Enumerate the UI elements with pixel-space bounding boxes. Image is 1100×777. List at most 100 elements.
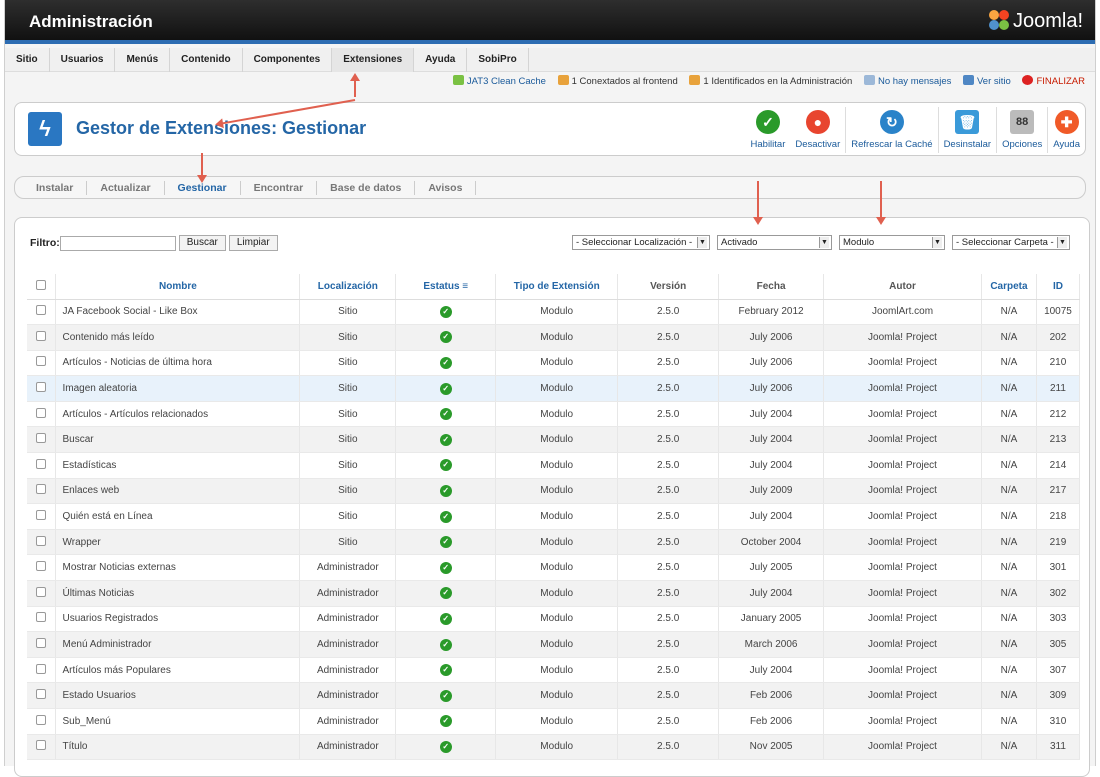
tab-encontrar[interactable]: Encontrar bbox=[241, 181, 318, 195]
row-checkbox[interactable] bbox=[36, 407, 47, 418]
row-checkbox[interactable] bbox=[36, 458, 47, 469]
check-icon[interactable]: ✓ bbox=[439, 561, 452, 574]
location-select[interactable]: - Seleccionar Localización - ▼ bbox=[572, 235, 710, 250]
tab-base-de-datos[interactable]: Base de datos bbox=[317, 181, 416, 195]
row-checkbox[interactable] bbox=[36, 740, 47, 751]
enable-button[interactable]: ✓ Habilitar bbox=[746, 107, 791, 153]
tab-gestionar[interactable]: Gestionar bbox=[165, 181, 241, 195]
extension-type: Modulo bbox=[495, 350, 619, 377]
refresh-cache-button[interactable]: ↻ Refrescar la Caché bbox=[845, 107, 937, 153]
extension-name[interactable]: Título bbox=[55, 734, 301, 761]
extension-name[interactable]: Enlaces web bbox=[55, 478, 301, 505]
row-checkbox[interactable] bbox=[36, 330, 47, 341]
menu-componentes[interactable]: Componentes bbox=[243, 48, 333, 72]
menu-menus[interactable]: Menús bbox=[115, 48, 171, 72]
tab-actualizar[interactable]: Actualizar bbox=[87, 181, 165, 195]
uninstall-button[interactable]: 🗑 Desinstalar bbox=[937, 107, 997, 153]
col-type[interactable]: Tipo de Extensión bbox=[495, 274, 619, 300]
logout-link[interactable]: FINALIZAR bbox=[1022, 75, 1085, 87]
row-checkbox[interactable] bbox=[36, 689, 47, 700]
check-icon[interactable]: ✓ bbox=[439, 612, 452, 625]
check-icon: ✓ bbox=[755, 110, 780, 134]
extension-name[interactable]: Wrapper bbox=[55, 529, 301, 556]
check-icon[interactable]: ✓ bbox=[439, 510, 452, 523]
check-icon[interactable]: ✓ bbox=[439, 740, 452, 753]
row-checkbox[interactable] bbox=[36, 714, 47, 725]
col-location[interactable]: Localización bbox=[299, 274, 397, 300]
extension-name[interactable]: Imagen aleatoria bbox=[55, 375, 301, 402]
extension-name[interactable]: Estado Usuarios bbox=[55, 682, 301, 709]
type-select[interactable]: Modulo ▼ bbox=[839, 235, 945, 250]
extension-name[interactable]: Artículos - Noticias de última hora bbox=[55, 350, 301, 377]
check-icon[interactable]: ✓ bbox=[439, 356, 452, 369]
check-icon[interactable]: ✓ bbox=[439, 305, 452, 318]
check-icon[interactable]: ✓ bbox=[439, 331, 452, 344]
menu-sobipro[interactable]: SobiPro bbox=[467, 48, 529, 72]
check-icon[interactable]: ✓ bbox=[439, 433, 452, 446]
row-checkbox[interactable] bbox=[36, 382, 47, 393]
view-site-link[interactable]: Ver sitio bbox=[963, 75, 1011, 87]
row-checkbox[interactable] bbox=[36, 484, 47, 495]
row-checkbox[interactable] bbox=[36, 510, 47, 521]
clear-button[interactable]: Limpiar bbox=[228, 235, 278, 251]
filter-input[interactable] bbox=[59, 235, 176, 251]
check-icon[interactable]: ✓ bbox=[439, 484, 452, 497]
check-icon[interactable]: ✓ bbox=[439, 459, 452, 472]
check-icon[interactable]: ✓ bbox=[439, 536, 452, 549]
check-icon[interactable]: ✓ bbox=[439, 382, 452, 395]
extension-name[interactable]: Artículos más Populares bbox=[55, 657, 301, 684]
extension-name[interactable]: Menú Administrador bbox=[55, 631, 301, 658]
state-select[interactable]: Activado ▼ bbox=[717, 235, 832, 250]
check-icon[interactable]: ✓ bbox=[439, 715, 452, 728]
extension-type: Modulo bbox=[495, 401, 619, 428]
table-row: Artículos - Artículos relacionados Sitio ✓… bbox=[27, 401, 1081, 428]
status-cell: ✓ bbox=[395, 503, 497, 530]
extension-name[interactable]: Quién está en Línea bbox=[55, 503, 301, 530]
extension-name[interactable]: Usuarios Registrados bbox=[55, 606, 301, 633]
col-name[interactable]: Nombre bbox=[55, 274, 301, 300]
check-icon[interactable]: ✓ bbox=[439, 638, 452, 651]
help-button[interactable]: ✚ Ayuda bbox=[1047, 107, 1085, 153]
tab-avisos[interactable]: Avisos bbox=[415, 181, 477, 195]
row-checkbox[interactable] bbox=[36, 356, 47, 367]
extension-name[interactable]: Buscar bbox=[55, 426, 301, 454]
col-folder[interactable]: Carpeta bbox=[981, 274, 1037, 300]
row-checkbox[interactable] bbox=[36, 535, 47, 546]
check-icon[interactable]: ✓ bbox=[439, 587, 452, 600]
extension-name[interactable]: Sub_Menú bbox=[55, 708, 301, 735]
extension-name[interactable]: Estadísticas bbox=[55, 452, 301, 479]
row-checkbox[interactable] bbox=[36, 433, 47, 444]
status-cell: ✓ bbox=[395, 401, 497, 428]
tab-instalar[interactable]: Instalar bbox=[15, 181, 88, 195]
menu-ayuda[interactable]: Ayuda bbox=[414, 48, 468, 72]
extension-name[interactable]: JA Facebook Social - Like Box bbox=[55, 299, 301, 326]
row-checkbox[interactable] bbox=[36, 561, 47, 572]
row-checkbox[interactable] bbox=[36, 586, 47, 597]
folder-select[interactable]: - Seleccionar Carpeta - ▼ bbox=[952, 235, 1070, 250]
options-button[interactable]: 88 Opciones bbox=[996, 107, 1047, 153]
menu-usuarios[interactable]: Usuarios bbox=[50, 48, 116, 72]
row-checkbox[interactable] bbox=[36, 612, 47, 623]
check-icon[interactable]: ✓ bbox=[439, 689, 452, 702]
extension-name[interactable]: Artículos - Artículos relacionados bbox=[55, 401, 301, 428]
check-icon[interactable]: ✓ bbox=[439, 664, 452, 677]
extension-name[interactable]: Últimas Noticias bbox=[55, 580, 301, 607]
check-icon[interactable]: ✓ bbox=[439, 408, 452, 421]
disable-button[interactable]: ● Desactivar bbox=[790, 107, 845, 153]
extension-name[interactable]: Mostrar Noticias externas bbox=[55, 554, 301, 582]
messages-link[interactable]: No hay mensajes bbox=[863, 75, 951, 87]
select-all-checkbox[interactable] bbox=[36, 279, 47, 290]
menu-sitio[interactable]: Sitio bbox=[5, 48, 50, 72]
row-checkbox[interactable] bbox=[36, 663, 47, 674]
search-button[interactable]: Buscar bbox=[178, 235, 226, 251]
extension-name[interactable]: Contenido más leído bbox=[55, 324, 301, 351]
menu-contenido[interactable]: Contenido bbox=[170, 48, 243, 72]
menu-extensiones[interactable]: Extensiones bbox=[332, 48, 415, 72]
clean-cache-link[interactable]: JAT3 Clean Cache bbox=[452, 75, 546, 87]
status-cell: ✓ bbox=[395, 708, 497, 735]
extension-date: July 2005 bbox=[718, 554, 825, 582]
row-checkbox[interactable] bbox=[36, 305, 47, 316]
row-checkbox[interactable] bbox=[36, 638, 47, 649]
col-id[interactable]: ID bbox=[1036, 274, 1081, 300]
col-status[interactable]: Estatus ≡ bbox=[395, 274, 497, 300]
